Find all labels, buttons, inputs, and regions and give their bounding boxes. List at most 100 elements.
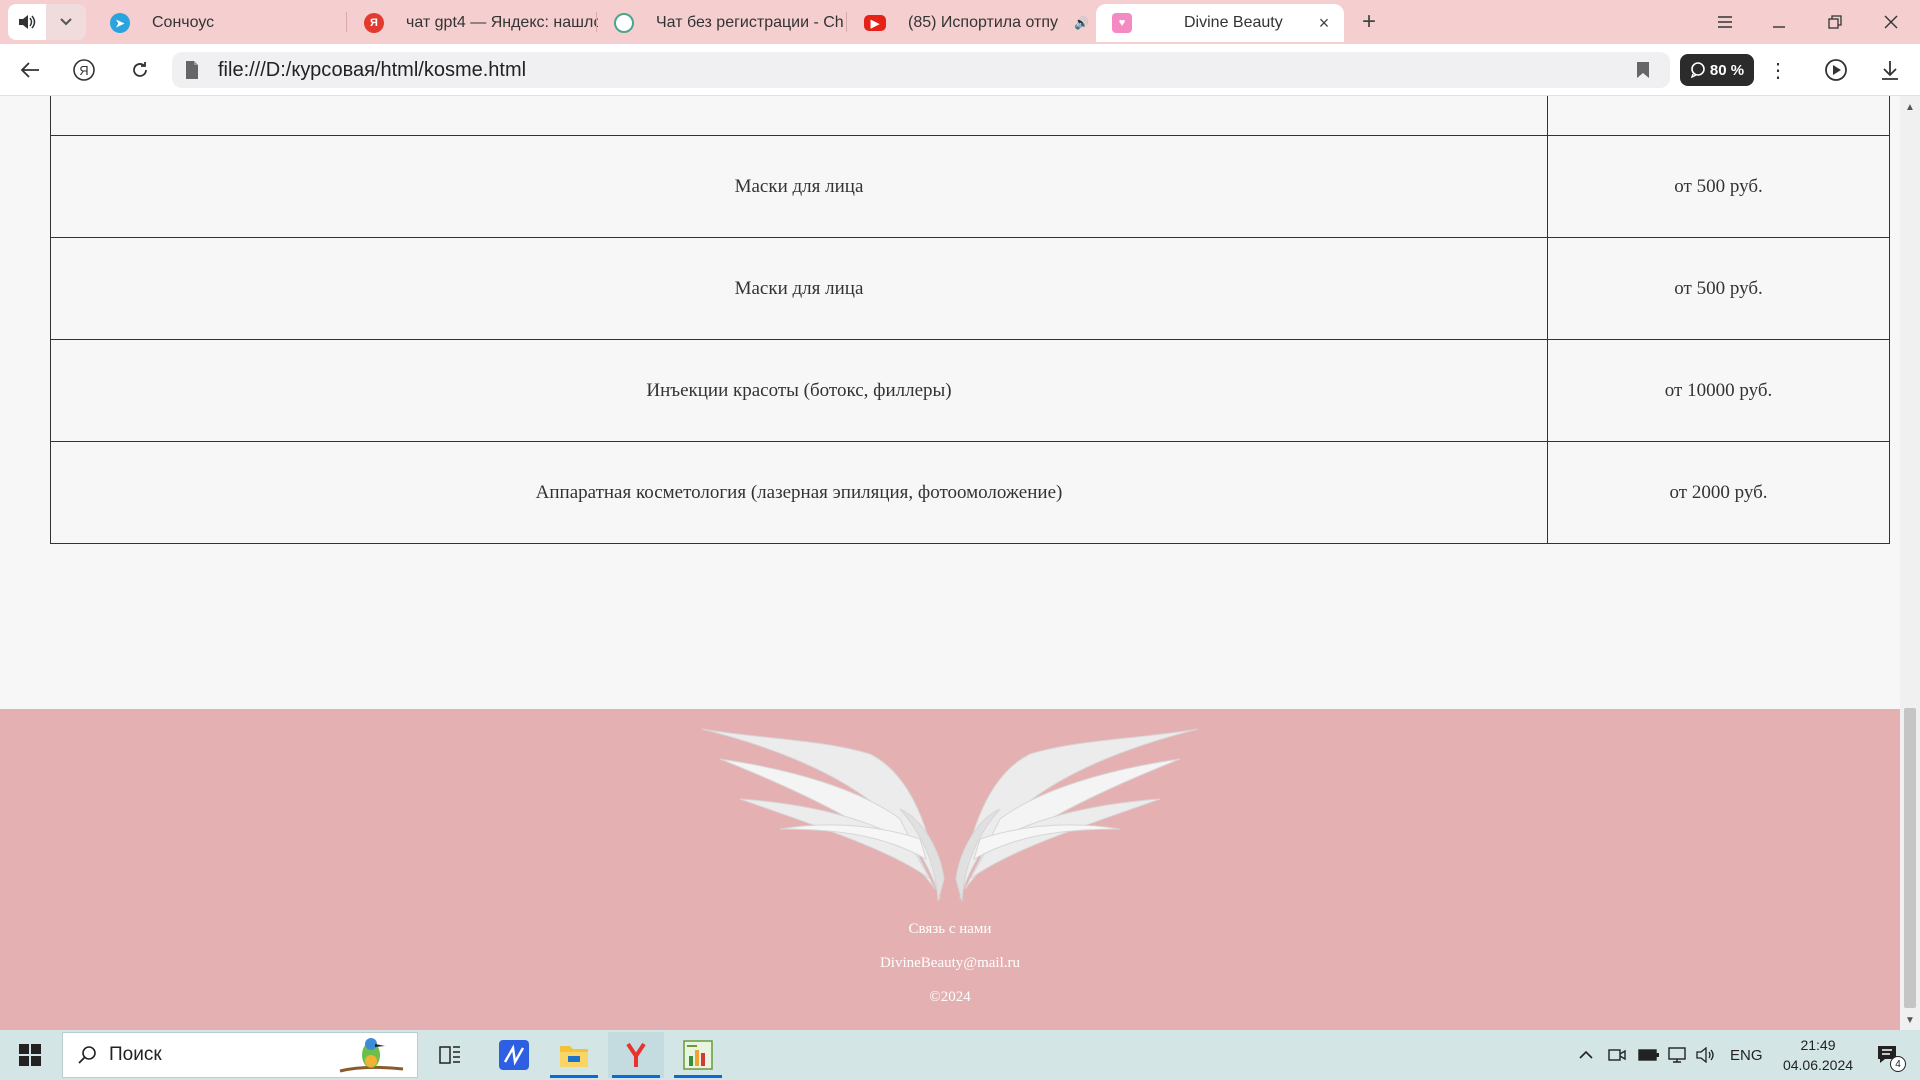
task-view-icon bbox=[439, 1046, 460, 1064]
more-vertical-icon: ⋮ bbox=[1768, 59, 1788, 82]
reload-button[interactable] bbox=[124, 54, 156, 86]
service-cell: Инъекции красоты (ботокс, филлеры) bbox=[50, 339, 1548, 442]
chevron-down-icon bbox=[60, 18, 72, 26]
service-cell: Маски для лица bbox=[50, 135, 1548, 238]
yandex-home-button[interactable]: Я bbox=[68, 54, 100, 86]
clock[interactable]: 21:49 04.06.2024 bbox=[1770, 1030, 1866, 1080]
chatgpt-icon bbox=[614, 13, 634, 33]
taskbar-app-editor[interactable] bbox=[486, 1032, 542, 1078]
taskbar-search[interactable]: Поиск bbox=[62, 1032, 418, 1078]
navigation-bar: Я file:///D:/курсовая/html/kosme.html 80… bbox=[0, 44, 1920, 96]
volume-button[interactable] bbox=[1696, 1030, 1716, 1080]
downloads-button[interactable] bbox=[1874, 54, 1906, 86]
speaker-icon[interactable]: 🔊 bbox=[1074, 16, 1089, 30]
speaker-icon bbox=[19, 15, 36, 29]
tab-title: чат gpt4 — Яндекс: нашло bbox=[406, 14, 598, 31]
close-icon[interactable]: × bbox=[1312, 13, 1336, 34]
input-language[interactable]: ENG bbox=[1730, 1030, 1763, 1080]
battery-button[interactable] bbox=[1638, 1030, 1660, 1080]
more-button[interactable]: ⋮ bbox=[1762, 54, 1794, 86]
show-hidden-icons-button[interactable] bbox=[1578, 1030, 1594, 1080]
close-icon[interactable]: × bbox=[1089, 13, 1094, 34]
play-circle-icon bbox=[1825, 59, 1847, 81]
hamburger-icon bbox=[1718, 16, 1732, 28]
zoom-indicator[interactable]: 80 % bbox=[1680, 54, 1754, 86]
zoom-level: 80 % bbox=[1709, 61, 1745, 79]
heart-icon: ♥ bbox=[1112, 13, 1132, 33]
price-cell: от 2000 руб. bbox=[1547, 441, 1890, 544]
yandex-browser-icon bbox=[626, 1042, 646, 1067]
tab-youtube[interactable]: ▶ (85) Испортила отпу 🔊 × bbox=[848, 4, 1094, 42]
scroll-down-icon[interactable]: ▼ bbox=[1900, 1015, 1920, 1026]
reload-icon bbox=[133, 62, 147, 77]
tab-strip: ➤ Сончоус Я чат gpt4 — Яндекс: нашло Чат… bbox=[0, 0, 1920, 44]
task-view-button[interactable] bbox=[422, 1032, 478, 1078]
scroll-thumb[interactable] bbox=[1904, 708, 1916, 1008]
svg-text:Я: Я bbox=[79, 63, 88, 78]
tab-audio-button[interactable] bbox=[8, 4, 46, 40]
network-icon bbox=[1668, 1047, 1686, 1063]
code-editor-icon bbox=[499, 1040, 529, 1070]
price-cell: от 500 руб. bbox=[1547, 135, 1890, 238]
price-cell: от 500 руб. bbox=[1547, 237, 1890, 340]
close-icon bbox=[1884, 15, 1898, 29]
minimize-button[interactable] bbox=[1756, 4, 1802, 40]
angel-wings-image bbox=[701, 728, 1199, 902]
windows-logo-icon bbox=[19, 1044, 41, 1066]
minimize-icon bbox=[1773, 26, 1785, 28]
back-button[interactable] bbox=[14, 54, 46, 86]
restore-icon bbox=[1828, 15, 1842, 29]
chevron-up-icon bbox=[1579, 1050, 1593, 1059]
page-footer: Связь с нами DivineBeauty@mail.ru ©2024 bbox=[0, 709, 1900, 1030]
tab-title: Чат без регистрации - Ch bbox=[656, 14, 844, 31]
restore-button[interactable] bbox=[1812, 4, 1858, 40]
bookmark-icon[interactable] bbox=[1636, 61, 1650, 79]
tab-list-button[interactable] bbox=[46, 4, 86, 40]
notifications-button[interactable]: 4 bbox=[1868, 1030, 1908, 1080]
service-cell: Аппаратная косметология (лазерная эпиляц… bbox=[50, 441, 1548, 544]
start-button[interactable] bbox=[0, 1030, 60, 1080]
arrow-left-icon bbox=[20, 62, 39, 78]
address-bar[interactable]: file:///D:/курсовая/html/kosme.html bbox=[172, 52, 1670, 88]
camera-icon bbox=[1608, 1049, 1626, 1061]
close-window-button[interactable] bbox=[1868, 4, 1914, 40]
tab-chatgpt[interactable]: Чат без регистрации - Ch bbox=[598, 4, 848, 42]
price-cell: от 10000 руб. bbox=[1547, 339, 1890, 442]
chart-app-icon bbox=[683, 1040, 713, 1070]
tab-title: Сончоус bbox=[152, 14, 215, 31]
page-scrollbar[interactable]: ▲ ▼ bbox=[1900, 96, 1920, 1030]
notification-count: 4 bbox=[1890, 1056, 1906, 1072]
taskbar-app-explorer[interactable] bbox=[546, 1032, 602, 1078]
table-row: Маски для лица от 500 руб. bbox=[50, 237, 1890, 340]
tab-divine-beauty[interactable]: ♥ Divine Beauty × bbox=[1096, 4, 1344, 42]
network-button[interactable] bbox=[1668, 1030, 1688, 1080]
tab-telegram[interactable]: ➤ Сончоус bbox=[94, 4, 344, 42]
folder-icon bbox=[560, 1046, 588, 1067]
meet-now-button[interactable] bbox=[1608, 1030, 1626, 1080]
page-viewport: Маски для лица от 500 руб. Маски для лиц… bbox=[0, 96, 1900, 1030]
media-play-button[interactable] bbox=[1820, 54, 1852, 86]
clock-time: 21:49 bbox=[1800, 1037, 1836, 1053]
yandex-logo-icon: Я bbox=[73, 59, 95, 81]
tab-yandex-search[interactable]: Я чат gpt4 — Яндекс: нашло bbox=[348, 4, 598, 42]
new-tab-button[interactable]: + bbox=[1355, 8, 1383, 36]
service-cell: Маски для лица bbox=[50, 237, 1548, 340]
taskbar-app-charts[interactable] bbox=[670, 1032, 726, 1078]
volume-icon bbox=[1696, 1047, 1714, 1063]
price-table: Маски для лица от 500 руб. Маски для лиц… bbox=[50, 96, 1890, 544]
search-icon bbox=[78, 1046, 96, 1064]
download-icon bbox=[1882, 61, 1898, 80]
url-text[interactable]: file:///D:/курсовая/html/kosme.html bbox=[218, 59, 526, 82]
youtube-icon: ▶ bbox=[864, 15, 886, 31]
browser-menu-button[interactable] bbox=[1702, 4, 1748, 40]
taskbar: Поиск ENG 21:49 04.06.2024 4 bbox=[0, 1030, 1920, 1080]
copyright: ©2024 bbox=[929, 989, 971, 1005]
scroll-up-icon[interactable]: ▲ bbox=[1900, 102, 1920, 113]
taskbar-app-yandex-browser[interactable] bbox=[608, 1032, 664, 1078]
search-placeholder: Поиск bbox=[109, 1044, 162, 1065]
service-cell bbox=[50, 96, 1548, 136]
price-cell bbox=[1547, 96, 1890, 136]
contact-email[interactable]: DivineBeauty@mail.ru bbox=[0, 955, 1900, 972]
table-row bbox=[50, 96, 1890, 136]
table-row: Инъекции красоты (ботокс, филлеры) от 10… bbox=[50, 339, 1890, 442]
